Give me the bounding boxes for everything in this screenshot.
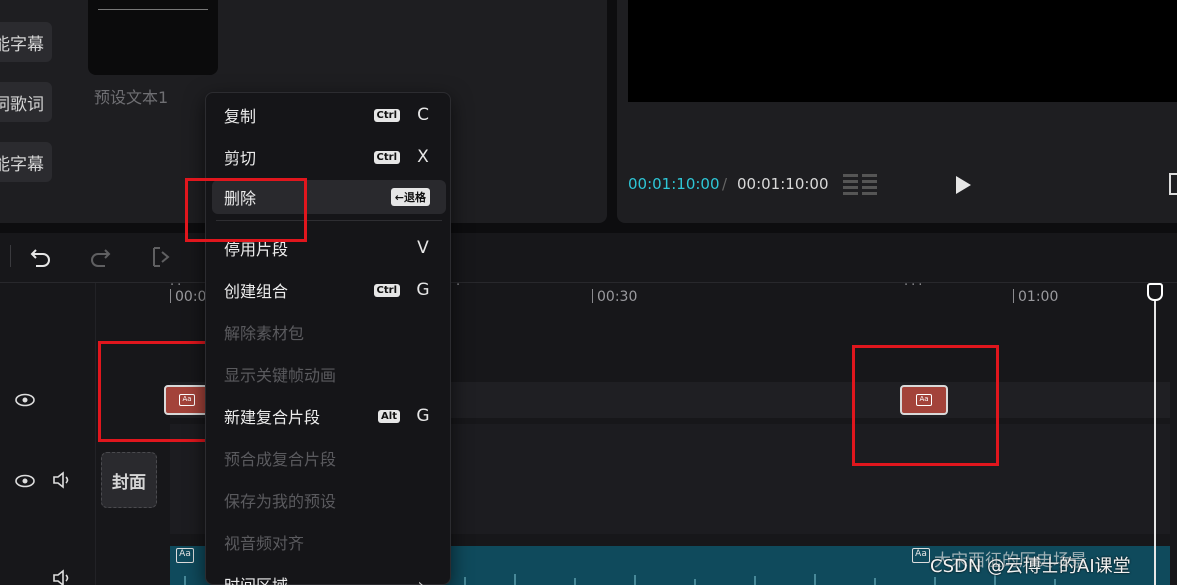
ruler-tick <box>1013 289 1014 303</box>
shortcut-backspace: ←退格 <box>390 188 430 206</box>
ruler-label: 00:30 <box>597 289 638 305</box>
eye-icon[interactable] <box>15 393 35 407</box>
side-button-label: 词歌词 <box>0 94 44 115</box>
menu-item-label: 时间区域 <box>224 572 288 585</box>
menu-item-label: 剪切 <box>224 149 257 168</box>
track-header-divider <box>95 283 96 585</box>
shortcut-modifier: Ctrl <box>373 150 400 164</box>
menu-item-copy[interactable]: 复制 Ctrl C <box>206 94 452 136</box>
shortcut-key: V <box>417 238 429 258</box>
list-view-icon[interactable] <box>843 174 877 196</box>
ruler-dots: ··· <box>904 278 926 293</box>
menu-item-new-compound-clip[interactable]: 新建复合片段 Alt G <box>206 395 452 437</box>
menu-item-label: 显示关键帧动画 <box>224 366 337 385</box>
cover-button[interactable]: 封面 <box>101 452 157 508</box>
undo-icon[interactable] <box>30 246 52 268</box>
ruler-label: 01:00 <box>1018 289 1059 305</box>
highlight-box-right-clip <box>852 345 999 466</box>
shortcut-key: G <box>416 280 430 300</box>
shortcut-modifier: Ctrl <box>373 283 400 297</box>
speaker-icon[interactable] <box>52 471 72 489</box>
smart-subtitle-button-2[interactable]: 能字幕 <box>0 142 52 182</box>
playhead-handle[interactable] <box>1147 283 1163 301</box>
smart-subtitle-button[interactable]: 能字幕 <box>0 22 52 62</box>
side-button-label: 能字幕 <box>0 34 44 55</box>
split-icon[interactable] <box>152 246 170 268</box>
lyrics-button[interactable]: 词歌词 <box>0 82 52 122</box>
redo-icon[interactable] <box>89 246 111 268</box>
fullscreen-icon[interactable] <box>1169 173 1177 195</box>
menu-item-label: 保存为我的预设 <box>224 492 337 511</box>
menu-item-cut[interactable]: 剪切 Ctrl X <box>206 136 452 178</box>
speaker-icon[interactable] <box>52 569 72 585</box>
highlight-box-left-clip <box>98 341 213 442</box>
menu-item-show-keyframes[interactable]: 显示关键帧动画 <box>206 353 452 395</box>
watermark: CSDN @云博士的AI课堂 <box>930 556 1131 577</box>
highlight-box-delete <box>185 178 307 242</box>
menu-item-time-region[interactable]: 时间区域 › <box>206 563 452 585</box>
ruler-tick <box>592 289 593 303</box>
shortcut-modifier: Alt <box>378 409 400 423</box>
audio-clip-icon: Aa <box>176 548 194 563</box>
menu-item-label: 预合成复合片段 <box>224 450 337 469</box>
toolbar-divider <box>10 245 11 267</box>
side-button-label: 能字幕 <box>0 154 44 175</box>
preset-thumbnail[interactable] <box>88 0 218 75</box>
context-menu: 复制 Ctrl C 剪切 Ctrl X 删除 ←退格 停用片段 V 创建组合 Ctr… <box>205 92 451 585</box>
audio-clip-icon: Aa <box>912 548 930 563</box>
menu-item-save-preset[interactable]: 保存为我的预设 <box>206 479 452 521</box>
play-icon[interactable] <box>956 176 971 194</box>
chevron-right-icon: › <box>417 574 424 585</box>
menu-item-av-align[interactable]: 视音频对齐 <box>206 521 452 563</box>
timecode-separator: / <box>722 175 728 193</box>
current-timecode: 00:01:10:00 <box>628 175 720 193</box>
menu-item-label: 复制 <box>224 107 257 126</box>
menu-item-label: 视音频对齐 <box>224 534 305 553</box>
playhead[interactable] <box>1154 283 1156 585</box>
menu-item-label: 解除素材包 <box>224 324 305 343</box>
shortcut-key: X <box>417 147 429 167</box>
shortcut-key: C <box>417 105 429 125</box>
menu-item-label: 新建复合片段 <box>224 408 321 427</box>
eye-icon[interactable] <box>15 474 35 488</box>
total-timecode: 00:01:10:00 <box>737 175 829 193</box>
shortcut-modifier: Ctrl <box>373 108 400 122</box>
menu-item-create-group[interactable]: 创建组合 Ctrl G <box>206 269 452 311</box>
video-preview <box>628 0 1177 102</box>
menu-item-ungroup-package[interactable]: 解除素材包 <box>206 311 452 353</box>
ruler-dots: ·· <box>170 278 185 293</box>
shortcut-key: G <box>416 406 430 426</box>
menu-item-precompose[interactable]: 预合成复合片段 <box>206 437 452 479</box>
menu-item-label: 创建组合 <box>224 282 289 301</box>
preset-label: 预设文本1 <box>94 88 169 107</box>
ruler-dots: · <box>456 278 464 293</box>
